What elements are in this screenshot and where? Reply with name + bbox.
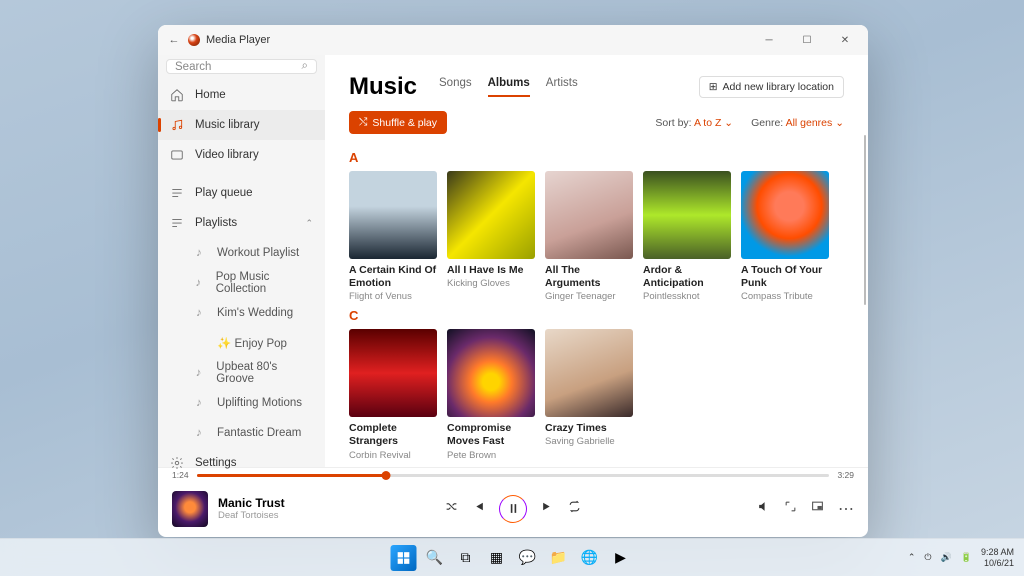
album-card[interactable]: Ardor & AnticipationPointlessknot — [643, 171, 731, 302]
sparkle-icon — [192, 336, 206, 350]
now-playing-art[interactable] — [172, 491, 208, 527]
album-card[interactable]: All The ArgumentsGinger Teenager — [545, 171, 633, 302]
gear-icon — [170, 456, 184, 470]
fullscreen-button[interactable] — [784, 500, 797, 518]
album-art — [643, 171, 731, 259]
app-icon — [188, 34, 200, 46]
queue-icon — [170, 186, 184, 200]
playlist-item[interactable]: ♪Fantastic Dream — [158, 418, 325, 448]
sidebar-item-video-library[interactable]: Video library — [158, 140, 325, 170]
album-art — [447, 171, 535, 259]
repeat-button[interactable] — [568, 500, 581, 518]
sidebar-item-playlists[interactable]: Playlists⌃ — [158, 208, 325, 238]
tab-albums[interactable]: Albums — [488, 77, 530, 97]
album-card[interactable]: A Touch Of Your PunkCompass Tribute — [741, 171, 829, 302]
folder-add-icon: ⊞ — [709, 81, 718, 93]
music-note-icon — [170, 118, 184, 132]
media-player-taskbar-icon[interactable]: ▶ — [608, 545, 634, 571]
chat-icon[interactable]: 💬 — [515, 545, 541, 571]
album-art — [349, 329, 437, 417]
search-icon: ⌕ — [302, 60, 308, 73]
maximize-button[interactable]: ☐ — [788, 25, 826, 55]
chevron-down-icon: ⌄ — [724, 117, 733, 129]
explorer-icon[interactable]: 📁 — [546, 545, 572, 571]
album-art — [447, 329, 535, 417]
music-note-icon: ♪ — [192, 246, 206, 260]
close-button[interactable]: ✕ — [826, 25, 864, 55]
shuffle-play-button[interactable]: ⤭Shuffle & play — [349, 111, 447, 134]
mini-player-button[interactable] — [811, 500, 824, 518]
minimize-button[interactable]: ─ — [750, 25, 788, 55]
album-card[interactable]: A Certain Kind Of EmotionFlight of Venus — [349, 171, 437, 302]
next-button[interactable] — [541, 500, 554, 518]
chevron-up-icon: ⌃ — [305, 218, 313, 229]
sidebar-item-home[interactable]: Home — [158, 80, 325, 110]
seek-slider[interactable] — [197, 474, 830, 477]
album-art — [741, 171, 829, 259]
playlist-item[interactable]: ✨ Enjoy Pop — [158, 328, 325, 358]
start-button[interactable] — [391, 545, 417, 571]
edge-icon[interactable]: 🌐 — [577, 545, 603, 571]
scrollbar-thumb[interactable] — [864, 135, 866, 305]
album-card[interactable]: Compromise Moves FastPete Brown — [447, 329, 535, 460]
group-header[interactable]: C — [349, 467, 844, 468]
group-header[interactable]: A — [349, 150, 844, 165]
page-title: Music — [349, 73, 417, 101]
search-input[interactable]: Search ⌕ — [166, 59, 317, 74]
album-art — [545, 329, 633, 417]
shuffle-button[interactable] — [445, 500, 458, 518]
genre-dropdown[interactable]: Genre: All genres ⌄ — [751, 117, 844, 129]
add-library-button[interactable]: ⊞ Add new library location — [699, 76, 844, 98]
chevron-down-icon: ⌄ — [835, 117, 844, 129]
sort-by-dropdown[interactable]: Sort by: A to Z ⌄ — [655, 117, 733, 129]
previous-button[interactable] — [472, 500, 485, 518]
tab-artists[interactable]: Artists — [546, 77, 578, 97]
task-view-icon[interactable]: ⧉ — [453, 545, 479, 571]
system-clock[interactable]: 9:28 AM 10/6/21 — [981, 547, 1014, 568]
album-art — [349, 171, 437, 259]
tray-chevron-icon[interactable]: ⌃ — [908, 552, 916, 563]
music-note-icon: ♪ — [192, 276, 205, 290]
main-content: Music Songs Albums Artists ⊞ Add new lib… — [325, 55, 868, 467]
search-placeholder: Search — [175, 61, 302, 73]
tab-songs[interactable]: Songs — [439, 77, 472, 97]
music-note-icon: ♪ — [192, 366, 205, 380]
home-icon — [170, 88, 184, 102]
shuffle-icon: ⤭ — [359, 116, 367, 129]
now-playing-artist: Deaf Tortoises — [218, 510, 285, 521]
back-button[interactable]: ← — [162, 34, 186, 46]
album-card[interactable]: Complete StrangersCorbin Revival — [349, 329, 437, 460]
taskbar: 🔍 ⧉ ▦ 💬 📁 🌐 ▶ ⌃ ⏻ 🔊 🔋 9:28 AM 10/6/21 — [0, 538, 1024, 576]
music-note-icon: ♪ — [192, 306, 206, 320]
network-icon[interactable]: ⏻ — [924, 552, 931, 563]
sidebar-item-music-library[interactable]: Music library — [158, 110, 325, 140]
time-total: 3:29 — [837, 470, 854, 480]
now-playing-title: Manic Trust — [218, 496, 285, 510]
album-card[interactable]: Crazy TimesSaving Gabrielle — [545, 329, 633, 460]
album-art — [545, 171, 633, 259]
group-header[interactable]: C — [349, 308, 844, 323]
sidebar: Search ⌕ Home Music library Video librar… — [158, 55, 325, 467]
playlist-item[interactable]: ♪Upbeat 80's Groove — [158, 358, 325, 388]
taskbar-search-icon[interactable]: 🔍 — [422, 545, 448, 571]
playlist-item[interactable]: ♪Kim's Wedding — [158, 298, 325, 328]
battery-icon[interactable]: 🔋 — [961, 552, 972, 563]
playlist-icon — [170, 216, 184, 230]
app-title: Media Player — [206, 34, 270, 46]
more-button[interactable]: ⋯ — [838, 499, 854, 519]
music-note-icon: ♪ — [192, 426, 206, 440]
playlist-item[interactable]: ♪Workout Playlist — [158, 238, 325, 268]
playlist-item[interactable]: ♪Pop Music Collection — [158, 268, 325, 298]
music-note-icon: ♪ — [192, 396, 206, 410]
playlist-item[interactable]: ♪Uplifting Motions — [158, 388, 325, 418]
media-player-window: ← Media Player ─ ☐ ✕ Search ⌕ Home Music… — [158, 25, 868, 537]
volume-button[interactable] — [757, 500, 770, 518]
album-card[interactable]: All I Have Is MeKicking Gloves — [447, 171, 535, 302]
widgets-icon[interactable]: ▦ — [484, 545, 510, 571]
video-icon — [170, 148, 184, 162]
titlebar: ← Media Player ─ ☐ ✕ — [158, 25, 868, 55]
sidebar-item-play-queue[interactable]: Play queue — [158, 178, 325, 208]
volume-tray-icon[interactable]: 🔊 — [941, 552, 952, 563]
play-pause-button[interactable] — [499, 495, 527, 523]
